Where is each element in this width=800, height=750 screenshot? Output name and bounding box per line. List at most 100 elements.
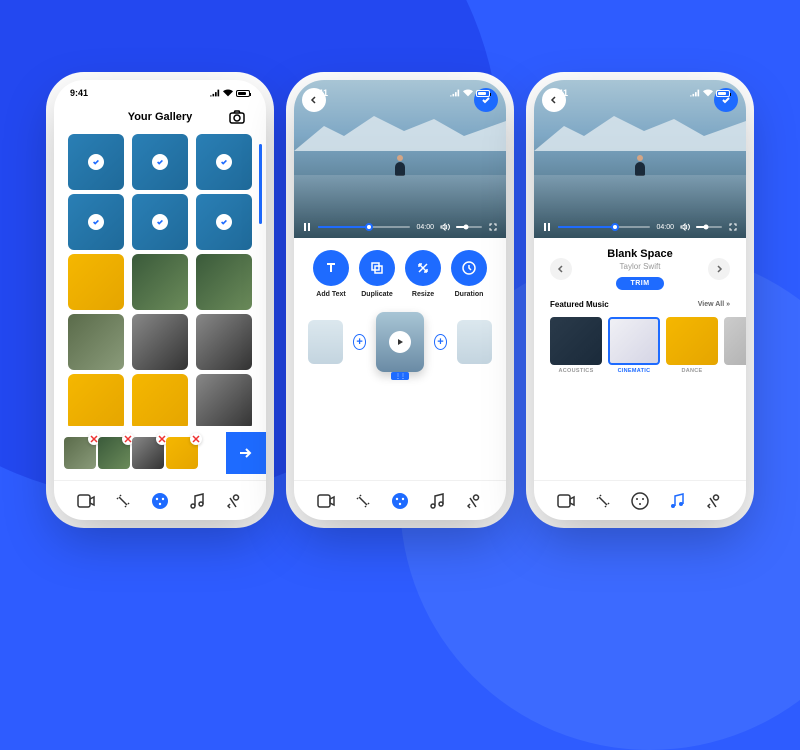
selected-thumb[interactable] xyxy=(98,437,130,469)
scroll-indicator[interactable] xyxy=(259,144,262,224)
tab-video[interactable] xyxy=(316,491,336,511)
tab-effects[interactable] xyxy=(593,491,613,511)
tab-edit[interactable] xyxy=(390,491,410,511)
progress-track[interactable] xyxy=(318,226,410,228)
wifi-icon xyxy=(223,89,233,97)
check-icon xyxy=(216,214,232,230)
action-duplicate[interactable]: Duplicate xyxy=(359,250,395,298)
selection-row xyxy=(54,426,266,480)
tab-bar xyxy=(294,480,506,520)
timeline-clip[interactable] xyxy=(308,320,343,364)
tab-music[interactable] xyxy=(427,491,447,511)
fullscreen-icon[interactable] xyxy=(488,222,498,232)
gallery-thumb[interactable] xyxy=(132,254,188,310)
add-clip-button[interactable]: + xyxy=(353,334,366,350)
phone-gallery: 9:41 Your Gallery xyxy=(54,80,266,520)
trim-button[interactable]: TRIM xyxy=(616,277,663,290)
gallery-thumb[interactable] xyxy=(68,194,124,250)
gallery-thumb[interactable] xyxy=(196,194,252,250)
video-preview[interactable]: 04:00 xyxy=(534,80,746,238)
progress-track[interactable] xyxy=(558,226,650,228)
music-category[interactable]: CINEMATIC xyxy=(608,317,660,374)
status-time: 9:41 xyxy=(70,88,88,98)
gallery-thumb[interactable] xyxy=(132,194,188,250)
tab-settings[interactable] xyxy=(704,491,724,511)
tab-video[interactable] xyxy=(76,491,96,511)
next-song-button[interactable] xyxy=(708,258,730,280)
tab-settings[interactable] xyxy=(224,491,244,511)
next-button[interactable] xyxy=(226,432,266,474)
check-icon xyxy=(216,154,232,170)
gallery-thumb[interactable] xyxy=(196,314,252,370)
gallery-thumb[interactable] xyxy=(68,254,124,310)
duration-label: 04:00 xyxy=(656,224,674,231)
action-row: Add Text Duplicate Resize Duration xyxy=(294,238,506,306)
player-bar: 04:00 xyxy=(302,222,498,232)
check-icon xyxy=(88,214,104,230)
gallery-thumb[interactable] xyxy=(132,314,188,370)
phone-music: 9:41 04:00 Blank Space Taylor Swift xyxy=(534,80,746,520)
music-category[interactable] xyxy=(724,317,746,374)
add-clip-button[interactable]: + xyxy=(434,334,447,350)
tab-bar xyxy=(54,480,266,520)
featured-row: ACOUSTICS CINEMATIC DANCE xyxy=(534,313,746,374)
gallery-thumb[interactable] xyxy=(196,254,252,310)
gallery-grid xyxy=(54,134,266,426)
tab-music[interactable] xyxy=(187,491,207,511)
drag-handle-icon[interactable] xyxy=(391,372,409,380)
tab-settings[interactable] xyxy=(464,491,484,511)
check-icon xyxy=(152,154,168,170)
status-bar: 9:41 xyxy=(534,80,746,100)
song-artist: Taylor Swift xyxy=(607,262,672,271)
gallery-thumb[interactable] xyxy=(68,314,124,370)
volume-track[interactable] xyxy=(456,226,482,228)
signal-icon xyxy=(210,89,220,97)
battery-icon xyxy=(716,90,730,97)
tab-effects[interactable] xyxy=(113,491,133,511)
tab-edit[interactable] xyxy=(150,491,170,511)
gallery-thumb[interactable] xyxy=(68,134,124,190)
wifi-icon xyxy=(463,89,473,97)
song-block: Blank Space Taylor Swift TRIM xyxy=(534,238,746,296)
signal-icon xyxy=(690,89,700,97)
status-bar: 9:41 xyxy=(54,80,266,100)
action-add-text[interactable]: Add Text xyxy=(313,250,349,298)
page-title: Your Gallery xyxy=(128,111,193,123)
pause-button[interactable] xyxy=(302,222,312,232)
fullscreen-icon[interactable] xyxy=(728,222,738,232)
gallery-thumb[interactable] xyxy=(196,134,252,190)
timeline-clip[interactable] xyxy=(457,320,492,364)
music-category[interactable]: DANCE xyxy=(666,317,718,374)
tab-edit[interactable] xyxy=(630,491,650,511)
gallery-thumb[interactable] xyxy=(132,374,188,426)
camera-button[interactable] xyxy=(226,106,248,128)
music-category[interactable]: ACOUSTICS xyxy=(550,317,602,374)
volume-track[interactable] xyxy=(696,226,722,228)
status-bar: 9:41 xyxy=(294,80,506,100)
check-icon xyxy=(88,154,104,170)
volume-icon[interactable] xyxy=(440,222,450,232)
selected-thumb[interactable] xyxy=(132,437,164,469)
selected-thumb[interactable] xyxy=(64,437,96,469)
gallery-thumb[interactable] xyxy=(196,374,252,426)
tab-bar xyxy=(534,480,746,520)
gallery-thumb[interactable] xyxy=(68,374,124,426)
video-preview[interactable]: 04:00 xyxy=(294,80,506,238)
remove-icon[interactable] xyxy=(190,433,202,445)
gallery-thumb[interactable] xyxy=(132,134,188,190)
tab-video[interactable] xyxy=(556,491,576,511)
tab-music[interactable] xyxy=(667,491,687,511)
pause-button[interactable] xyxy=(542,222,552,232)
featured-heading: Featured Music xyxy=(550,300,609,309)
song-title: Blank Space xyxy=(607,248,672,260)
prev-song-button[interactable] xyxy=(550,258,572,280)
action-duration[interactable]: Duration xyxy=(451,250,487,298)
action-resize[interactable]: Resize xyxy=(405,250,441,298)
battery-icon xyxy=(476,90,490,97)
tab-effects[interactable] xyxy=(353,491,373,511)
selected-thumb[interactable] xyxy=(166,437,198,469)
view-all-link[interactable]: View All » xyxy=(698,301,730,308)
timeline-clip-active[interactable] xyxy=(376,312,424,372)
volume-icon[interactable] xyxy=(680,222,690,232)
clip-timeline: + + xyxy=(294,306,506,372)
